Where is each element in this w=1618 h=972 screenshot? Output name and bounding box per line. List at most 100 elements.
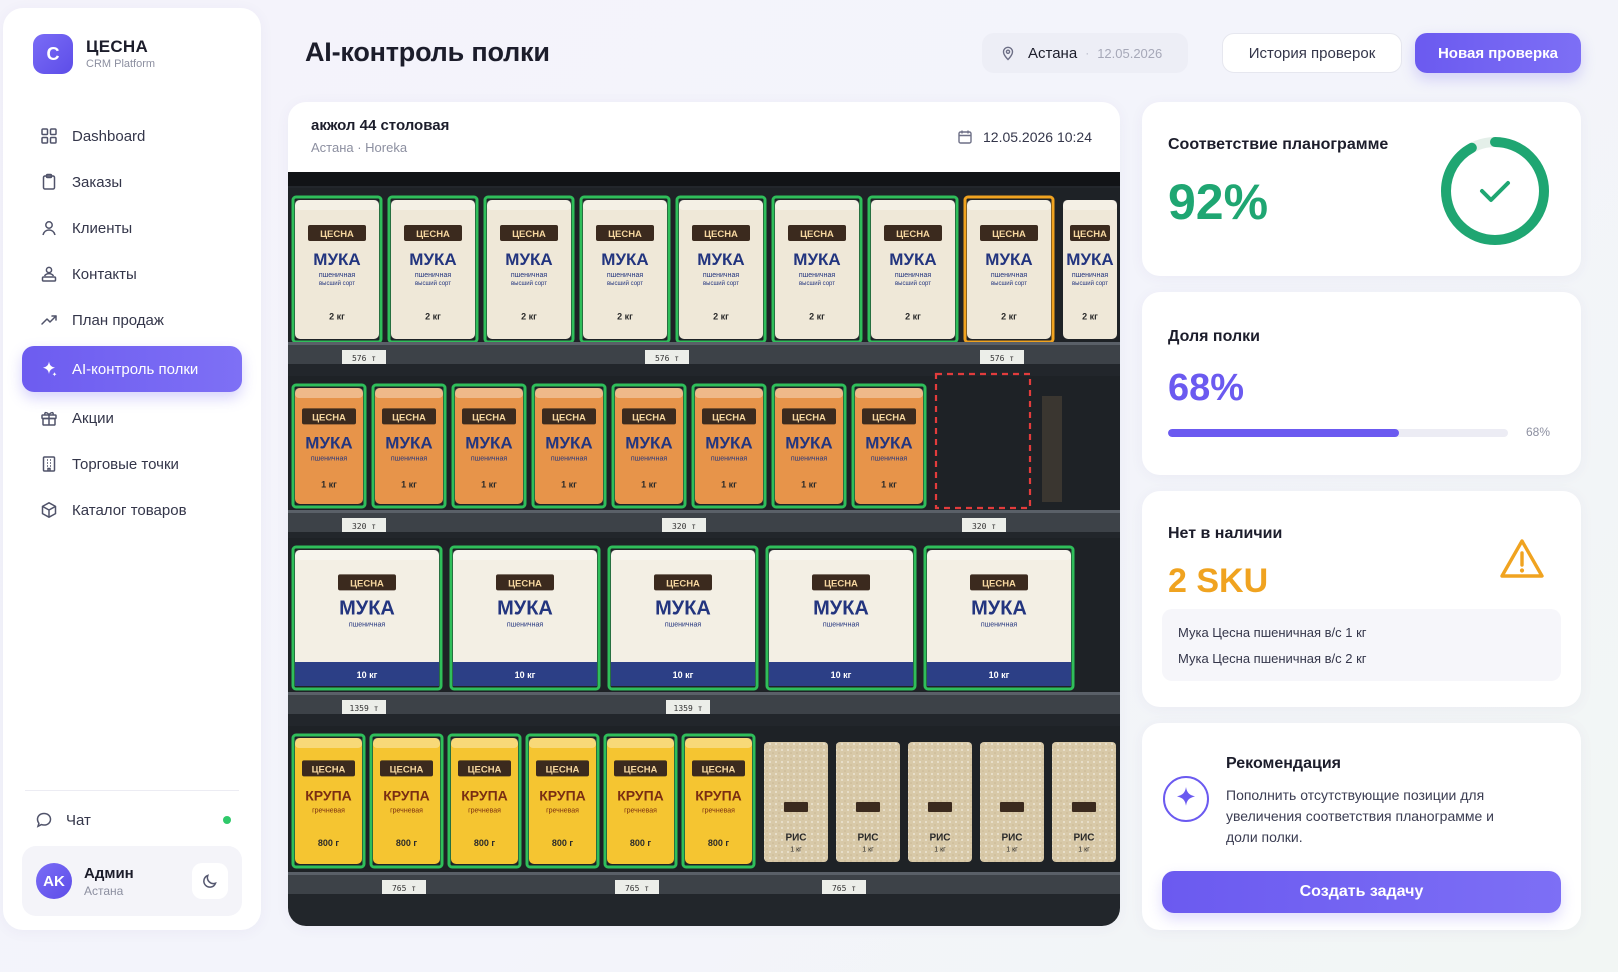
rice-pack[interactable]: РИС 1 кг xyxy=(764,742,828,862)
sidebar: C ЦЕСНА CRM Platform Dashboard Заказы Кл… xyxy=(3,8,261,930)
pack-highlight xyxy=(295,738,362,748)
sidebar-item-label: Заказы xyxy=(72,173,123,191)
product-name: МУКА xyxy=(705,433,752,452)
chat-link[interactable]: Чат xyxy=(35,806,231,834)
sidebar-item-ai-shelf[interactable]: AI-контроль полки xyxy=(22,346,242,392)
brand-badge-text: ЦЕСНА xyxy=(792,412,826,423)
sidebar-item-outlets[interactable]: Торговые точки xyxy=(22,441,242,487)
price-tag-text: 576 т xyxy=(990,354,1014,363)
product-pack[interactable]: ЦЕСНА КРУПА гречневая 800 г xyxy=(291,733,366,869)
product-pack[interactable]: ЦЕСНА КРУПА гречневая 800 г xyxy=(525,733,600,869)
product-name: МУКА xyxy=(497,597,553,619)
product-name: МУКА xyxy=(505,250,552,269)
product-pack[interactable]: ЦЕСНА МУКА пшеничная 1 кг xyxy=(451,383,527,509)
price-tag-text: 765 т xyxy=(392,884,416,893)
sidebar-item-promotions[interactable]: Акции xyxy=(22,395,242,441)
product-sub: гречневая xyxy=(546,807,579,814)
product-pack[interactable]: ЦЕСНА МУКА пшеничная 1 кг xyxy=(371,383,447,509)
product-name: МУКА xyxy=(545,433,592,452)
product-pack[interactable]: ЦЕСНА МУКА пшеничнаявысший сорт 2 кг xyxy=(675,195,767,344)
theme-toggle-button[interactable] xyxy=(192,863,228,899)
product-pack[interactable]: ЦЕСНА МУКА пшеничная 10 кг xyxy=(291,545,443,691)
product-pack[interactable]: ЦЕСНА КРУПА гречневая 800 г xyxy=(681,733,756,869)
rice-pack[interactable]: РИС 1 кг xyxy=(908,742,972,862)
price-tag-text: 320 т xyxy=(972,522,996,531)
create-task-button[interactable]: Создать задачу xyxy=(1162,871,1561,913)
product-pack[interactable]: ЦЕСНА МУКА пшеничнаявысший сорт 2 кг xyxy=(291,195,383,344)
sidebar-item-clients[interactable]: Клиенты xyxy=(22,205,242,251)
product-pack[interactable]: ЦЕСНА МУКА пшеничная 10 кг xyxy=(765,545,917,691)
product-pack[interactable]: ЦЕСНА МУКА пшеничная 1 кг xyxy=(611,383,687,509)
user-profile[interactable]: AK Админ Астана xyxy=(22,846,242,916)
product-grade: высший сорт xyxy=(511,280,547,287)
product-pack[interactable]: ЦЕСНА МУКА пшеничная 1 кг xyxy=(691,383,767,509)
sidebar-item-label: Акции xyxy=(72,409,114,427)
product-pack[interactable]: ЦЕСНА КРУПА гречневая 800 г xyxy=(369,733,444,869)
product-pack[interactable]: ЦЕСНА МУКА пшеничнаявысший сорт 2 кг xyxy=(387,195,479,344)
product-weight: 1 кг xyxy=(481,480,497,490)
product-weight: 1 кг xyxy=(561,480,577,490)
product-sub: пшеничная xyxy=(391,455,427,462)
product-grade: высший сорт xyxy=(991,280,1027,287)
product-pack[interactable]: ЦЕСНА МУКА пшеничная 10 кг xyxy=(607,545,759,691)
product-weight: 1 кг xyxy=(321,480,337,490)
product-weight: 800 г xyxy=(630,838,652,848)
product-pack[interactable]: ЦЕСНА МУКА пшеничнаявысший сорт 2 кг xyxy=(963,195,1055,344)
sidebar-item-contacts[interactable]: Контакты xyxy=(22,251,242,297)
product-pack[interactable]: ЦЕСНА КРУПА гречневая 800 г xyxy=(603,733,678,869)
sidebar-item-catalog[interactable]: Каталог товаров xyxy=(22,487,242,533)
product-pack[interactable]: ЦЕСНА КРУПА гречневая 800 г xyxy=(447,733,522,869)
pack-highlight xyxy=(775,200,859,210)
product-pack[interactable]: ЦЕСНА МУКА пшеничнаявысший сорт 2 кг xyxy=(867,195,959,344)
brand-badge-text: ЦЕСНА xyxy=(800,229,834,240)
product-name: МУКА xyxy=(889,250,936,269)
product-pack[interactable]: ЦЕСНА МУКА пшеничная 10 кг xyxy=(449,545,601,691)
product-pack[interactable]: ЦЕСНА МУКА пшеничнаявысший сорт 2 кг xyxy=(483,195,575,344)
product-sub: гречневая xyxy=(390,807,423,814)
location-date-chip[interactable]: Астана · 12.05.2026 xyxy=(982,33,1188,73)
product-pack[interactable]: ЦЕСНА МУКА пшеничнаявысший сорт 2 кг xyxy=(1063,200,1117,339)
product-pack[interactable]: ЦЕСНА МУКА пшеничнаявысший сорт 2 кг xyxy=(579,195,671,344)
product-pack[interactable]: ЦЕСНА МУКА пшеничная 1 кг xyxy=(851,383,927,509)
product-weight: 1 кг xyxy=(641,480,657,490)
sparkle-icon xyxy=(1163,776,1209,822)
product-pack[interactable]: ЦЕСНА МУКА пшеничная 1 кг xyxy=(291,383,367,509)
product-pack[interactable]: ЦЕСНА МУКА пшеничнаявысший сорт 2 кг xyxy=(771,195,863,344)
product-weight: 10 кг xyxy=(831,670,852,680)
rice-pack[interactable]: РИС 1 кг xyxy=(836,742,900,862)
product-sub: пшеничная xyxy=(981,621,1017,628)
product-pack[interactable]: ЦЕСНА МУКА пшеничная 1 кг xyxy=(531,383,607,509)
history-button[interactable]: История проверок xyxy=(1222,33,1402,73)
new-check-button[interactable]: Новая проверка xyxy=(1415,33,1581,73)
brand[interactable]: C ЦЕСНА CRM Platform xyxy=(33,34,155,74)
product-name: МУКА xyxy=(305,433,352,452)
product-sub: пшеничная xyxy=(711,455,747,462)
rice-pack[interactable]: РИС 1 кг xyxy=(1052,742,1116,862)
product-grade: высший сорт xyxy=(895,280,931,287)
brand-badge-text: ЦЕСНА xyxy=(982,578,1016,589)
shelf-board-edge xyxy=(288,342,1120,345)
product-name: МУКА xyxy=(865,433,912,452)
pack-highlight xyxy=(451,738,518,748)
shelf-photo[interactable]: ЦЕСНАМУКАпшеничнаявысший сорт2 кгЦЕСНАМУ… xyxy=(288,172,1120,926)
rice-pack[interactable]: РИС 1 кг xyxy=(980,742,1044,862)
map-pin-icon xyxy=(1000,45,1016,61)
out-of-stock-list: Мука Цесна пшеничная в/с 1 кг Мука Цесна… xyxy=(1162,609,1561,681)
product-pack[interactable]: ЦЕСНА МУКА пшеничная 10 кг xyxy=(923,545,1075,691)
sidebar-item-orders[interactable]: Заказы xyxy=(22,159,242,205)
sidebar-divider xyxy=(25,790,239,791)
rice-product-weight: 1 кг xyxy=(790,846,802,853)
shelf-share-bar-label: 68% xyxy=(1526,425,1551,439)
grid-icon xyxy=(40,127,58,145)
product-sub: пшеничная xyxy=(471,455,507,462)
user-icon xyxy=(40,219,58,237)
product-pack[interactable]: ЦЕСНА МУКА пшеничная 1 кг xyxy=(771,383,847,509)
pack-highlight xyxy=(679,200,763,210)
product-name: МУКА xyxy=(697,250,744,269)
chat-bubble-icon xyxy=(35,811,53,829)
sidebar-item-dashboard[interactable]: Dashboard xyxy=(22,113,242,159)
user-location: Астана xyxy=(84,883,124,898)
sidebar-item-sales-plan[interactable]: План продаж xyxy=(22,297,242,343)
pack-highlight xyxy=(453,550,597,560)
price-tag-text: 1359 т xyxy=(674,704,703,713)
